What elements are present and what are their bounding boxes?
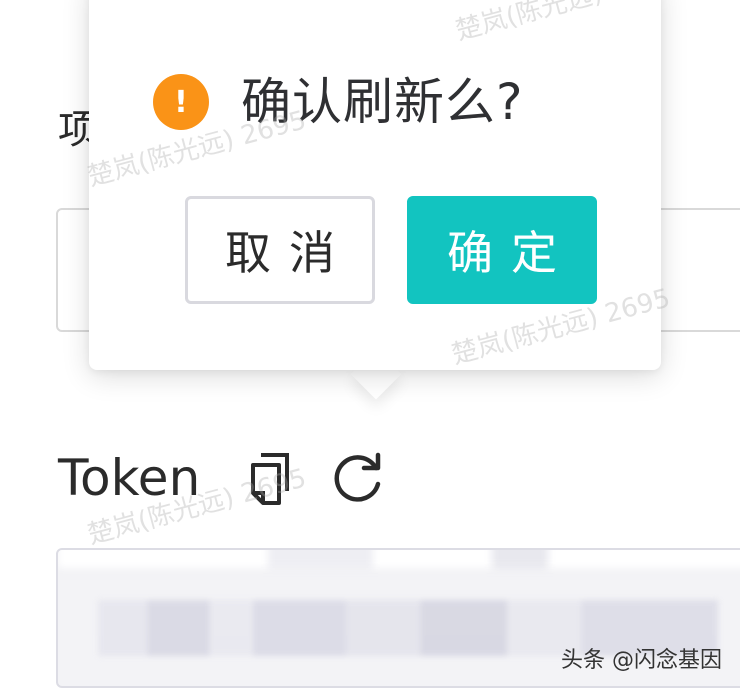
copy-icon[interactable] xyxy=(244,446,300,510)
blurred-region xyxy=(58,550,740,568)
token-row: Token xyxy=(58,446,416,510)
source-credit: 头条 @闪念基因 xyxy=(561,648,722,673)
popover-title: 确认刷新么? xyxy=(241,73,524,131)
refresh-icon[interactable] xyxy=(330,446,386,510)
warning-icon: ! xyxy=(153,74,209,130)
confirm-button[interactable]: 确定 xyxy=(407,196,597,304)
refresh-confirm-popover: ! 确认刷新么? 取消 确定 xyxy=(89,0,661,370)
popover-arrow-cover xyxy=(340,340,420,370)
cancel-button[interactable]: 取消 xyxy=(185,196,375,304)
token-label: Token xyxy=(58,449,201,507)
popover-message: ! 确认刷新么? xyxy=(153,72,524,132)
